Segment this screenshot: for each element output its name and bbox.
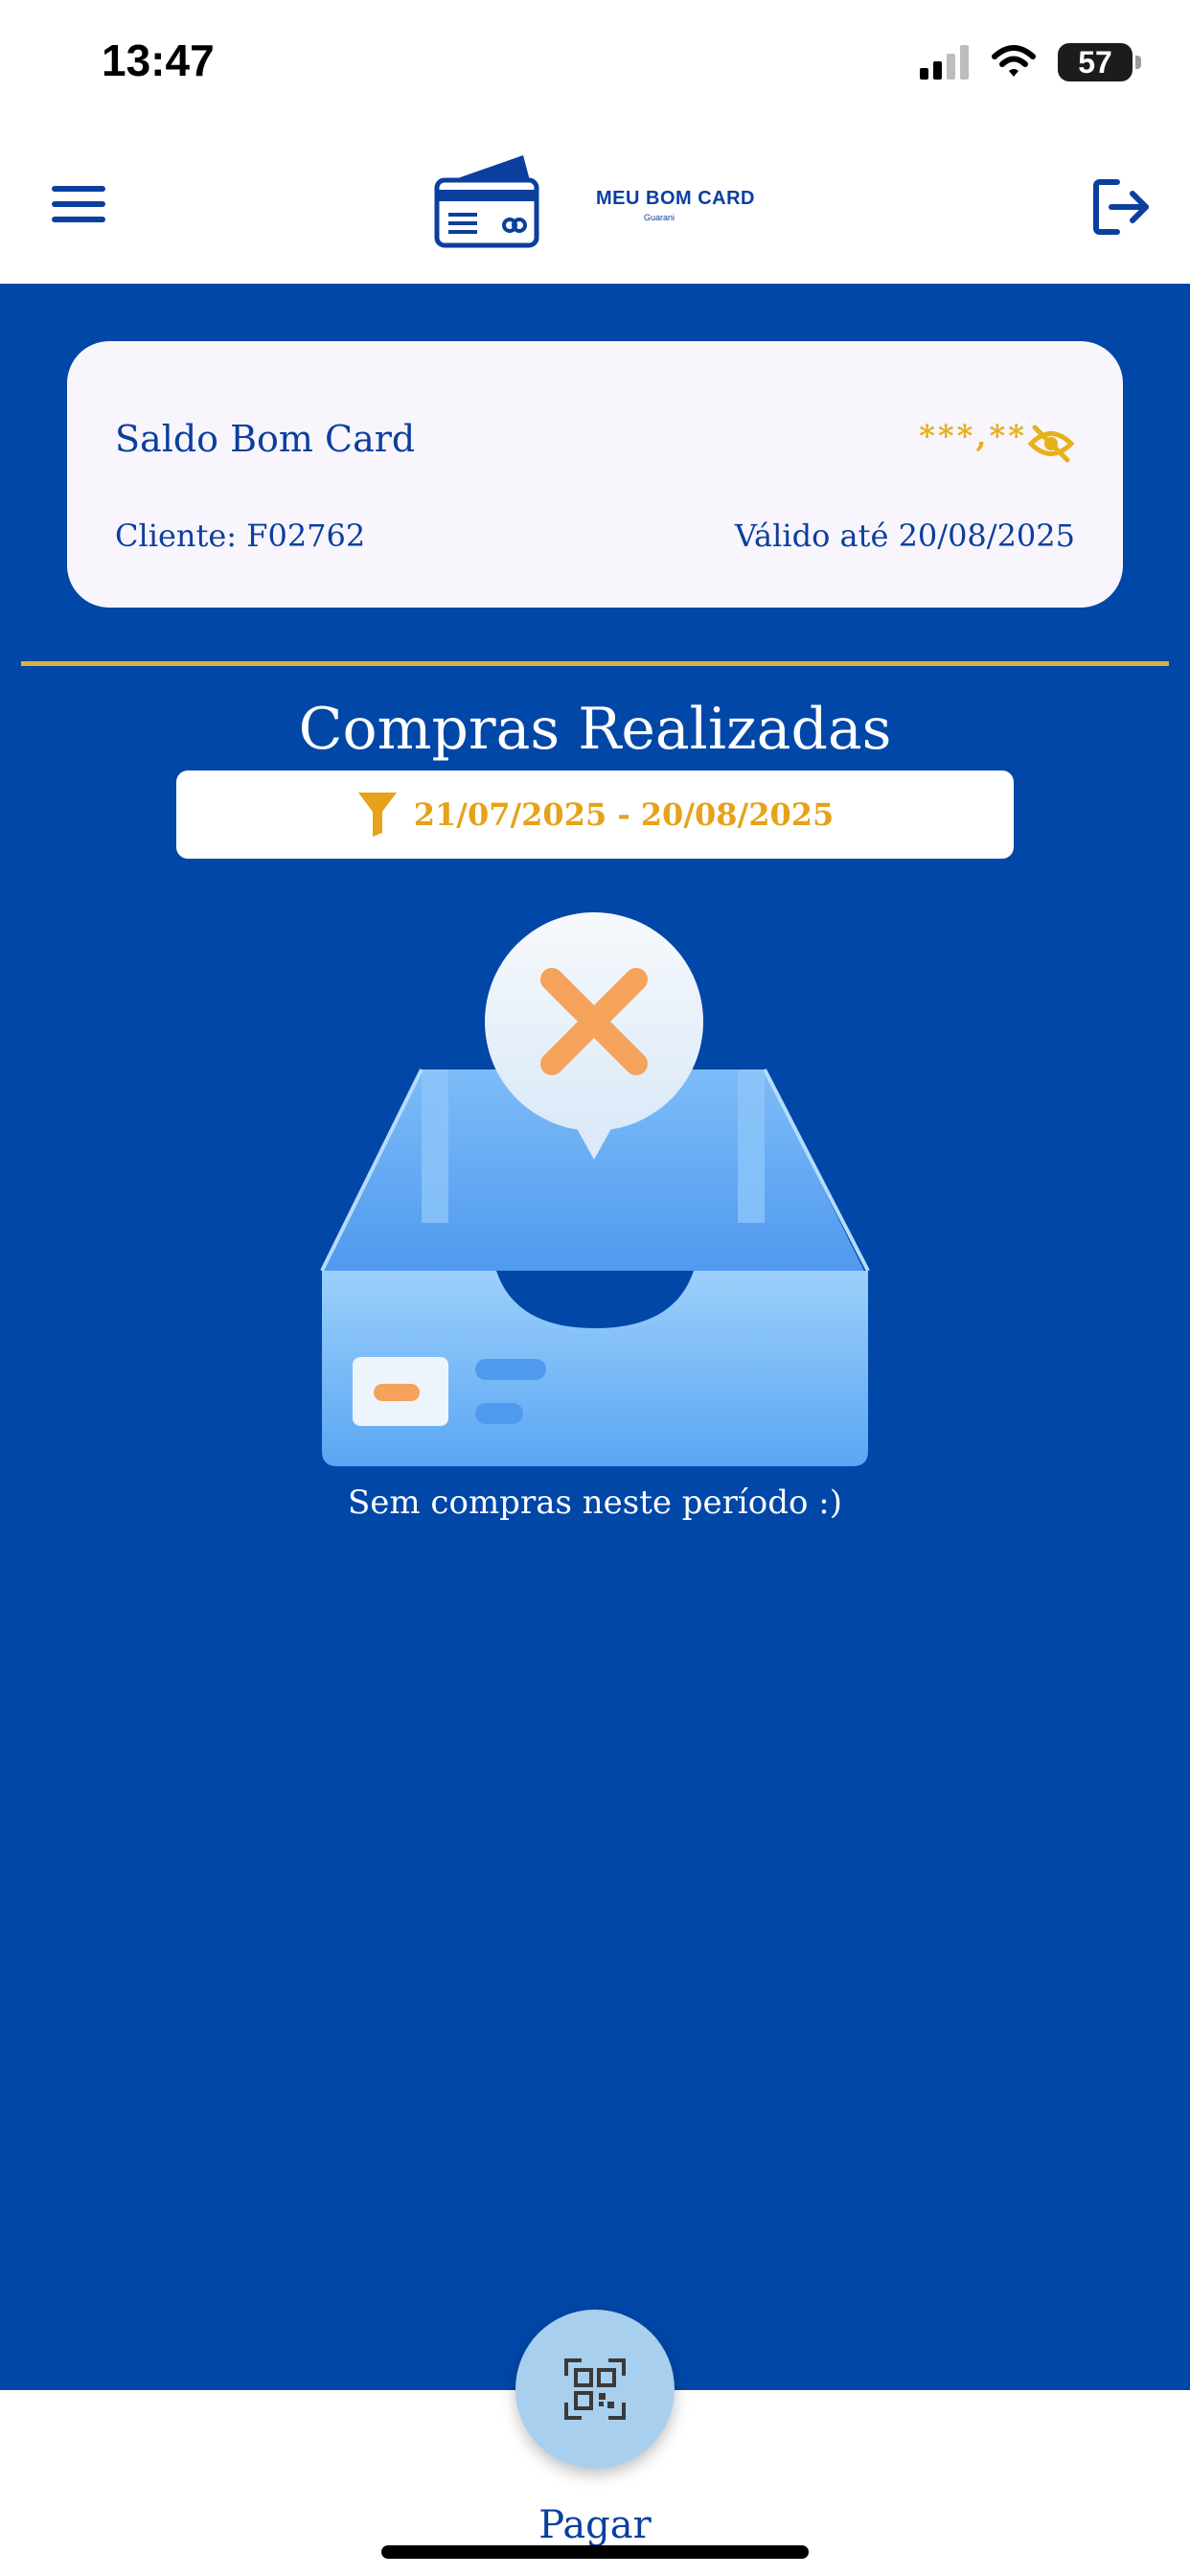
filter-funnel-icon [357,793,397,837]
qr-code-icon [564,2358,626,2420]
date-range: 21/07/2025 - 20/08/2025 [413,796,835,833]
balance-title: Saldo Bom Card [115,418,416,460]
section-title: Compras Realizadas [298,696,892,763]
status-icons: 57 [920,38,1141,86]
battery-tip [1135,56,1141,69]
wifi-icon [992,45,1036,77]
date-filter-button[interactable]: 21/07/2025 - 20/08/2025 [176,770,1014,859]
gold-divider [21,661,1169,666]
battery-level: 57 [1078,44,1112,80]
pay-qr-button[interactable] [515,2310,675,2469]
eye-off-icon[interactable] [1027,420,1075,468]
card-logo-icon [434,155,539,248]
brand-subtitle: Guarani [644,213,675,222]
empty-inbox-illustration [320,912,870,1466]
balance-masked-value: ***,** [919,418,1027,454]
cellular-signal-icon [920,45,969,80]
home-indicator [381,2545,809,2559]
app-header: MEU BOM CARD Guarani [0,125,1190,284]
battery-icon: 57 [1058,43,1141,81]
hamburger-menu-icon[interactable] [50,182,107,226]
balance-card: Saldo Bom Card ***,** Cliente: F02762 Vá… [67,341,1123,608]
logout-icon[interactable] [1088,174,1154,240]
status-time: 13:47 [102,35,215,85]
valid-until: Válido até 20/08/2025 [734,518,1075,554]
status-bar: 13:47 57 [0,0,1190,125]
empty-state-message: Sem compras neste período :) [347,1484,843,1522]
pay-label[interactable]: Pagar [0,2503,1190,2547]
client-id: Cliente: F02762 [115,518,366,554]
brand-name: MEU BOM CARD [596,188,755,209]
